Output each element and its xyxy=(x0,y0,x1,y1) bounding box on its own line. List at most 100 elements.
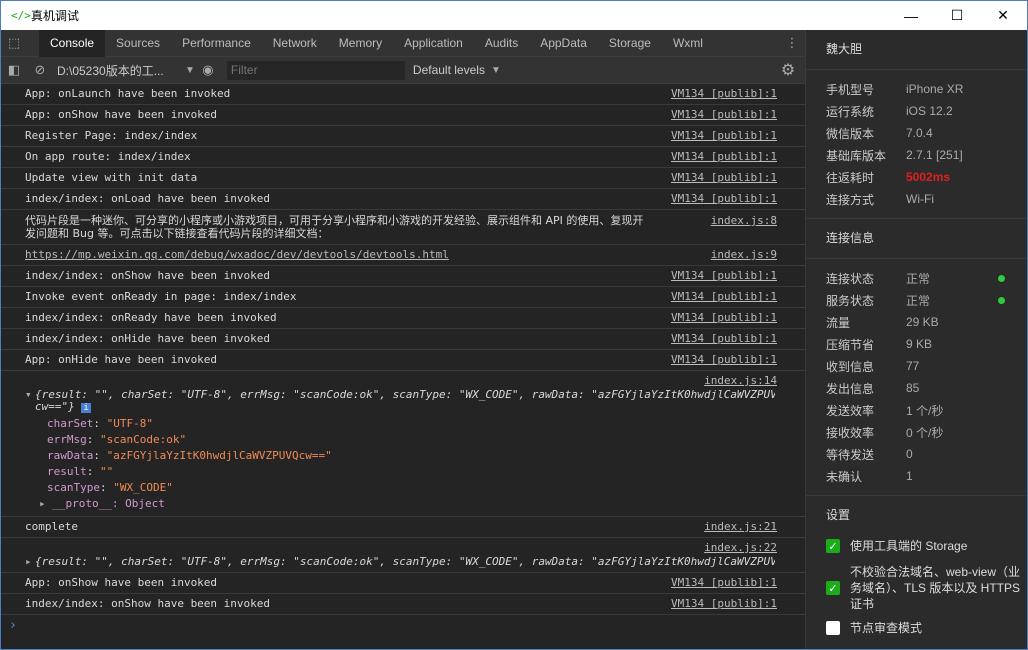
connection-info-row: 流量 29 KB xyxy=(806,311,1027,333)
device-panel: 魏大胆 手机型号 iPhone XR 运行系统 iOS 12.2 微信版本 7.0.4 基础… xyxy=(805,30,1027,649)
tab-sources[interactable]: Sources xyxy=(105,30,171,57)
close-icon[interactable]: ✕ xyxy=(980,1,1026,30)
object-property: errMsg: "scanCode:ok" xyxy=(47,433,187,446)
device-info-row: 往返耗时 5002ms xyxy=(806,166,1027,188)
object-property: result: "" xyxy=(47,465,114,478)
info-label: 往返耗时 xyxy=(826,170,875,185)
minimize-icon[interactable]: — xyxy=(888,1,934,30)
source-link[interactable]: VM134 [publib]:1 xyxy=(671,109,777,121)
device-info-row: 微信版本 7.0.4 xyxy=(806,122,1027,144)
console-row: index/index: onHide have been invoked VM1… xyxy=(1,329,805,350)
inspect-icon[interactable]: ⬚ xyxy=(1,30,27,57)
status-dot-icon xyxy=(998,296,1005,304)
source-link[interactable]: VM134 [publib]:1 xyxy=(671,151,777,163)
snippet-message-line1: 代码片段是一种迷你、可分享的小程序或小游戏项目，可用于分享小程序和小游戏的开发经… xyxy=(25,214,644,227)
tab-performance[interactable]: Performance xyxy=(171,30,262,57)
setting-label: 节点审查模式 xyxy=(850,621,923,635)
info-value: iOS 12.2 xyxy=(906,104,953,118)
settings-section-title: 设置 xyxy=(826,508,851,522)
source-link[interactable]: VM134 [publib]:1 xyxy=(671,312,777,324)
source-link[interactable]: VM134 [publib]:1 xyxy=(671,130,777,142)
console-row: index/index: onShow have been invoked VM1… xyxy=(1,594,805,615)
source-link[interactable]: VM134 [publib]:1 xyxy=(671,88,777,100)
console-row: 代码片段是一种迷你、可分享的小程序或小游戏项目，可用于分享小程序和小游戏的开发经… xyxy=(1,210,805,245)
source-link[interactable]: index.js:8 xyxy=(711,214,777,227)
scan-result-summary[interactable]: ▸ {result: "", charSet: "UTF-8", errMsg: … xyxy=(25,556,775,568)
log-message: App: onShow have been invoked xyxy=(25,576,218,589)
sidebar-toggle-icon[interactable]: ◧ xyxy=(1,57,27,84)
snippet-message-line2: 发问题和 Bug 等。可点击以下链接查看代码片段的详细文档： xyxy=(25,227,329,240)
source-link[interactable]: index.js:9 xyxy=(711,249,777,261)
scan-result-row: index.js:22 ▸ {result: "", charSet: "UTF-… xyxy=(1,538,805,573)
checkbox-icon[interactable]: ✓ xyxy=(826,539,840,553)
checkbox-icon[interactable]: ✓ xyxy=(826,581,840,595)
context-selector[interactable]: D:\05230版本的工... xyxy=(57,62,179,79)
tab-console[interactable]: Console xyxy=(39,29,106,57)
maximize-icon[interactable]: ☐ xyxy=(934,1,980,30)
object-property: charSet: "UTF-8" xyxy=(47,417,153,430)
setting-checkbox-row[interactable]: ✓ 不校验合法域名、web-view（业务域名）、TLS 版本以及 HTTPS 证… xyxy=(806,564,1027,612)
eye-icon[interactable]: ◉ xyxy=(195,57,221,84)
source-link[interactable]: VM134 [publib]:1 xyxy=(671,333,777,345)
device-name: 魏大胆 xyxy=(806,30,1027,70)
property-key: rawData xyxy=(47,449,94,462)
clear-console-icon[interactable]: ⊘ xyxy=(27,57,53,84)
info-label: 流量 xyxy=(826,315,851,330)
source-link[interactable]: index.js:22 xyxy=(704,542,777,554)
proto-line[interactable]: ▸ __proto__: Object xyxy=(35,496,775,512)
chevron-down-icon[interactable]: ▼ xyxy=(185,65,195,76)
console-filter-bar: ◧ ⊘ D:\05230版本的工... ▼ ◉ Default levels ▼… xyxy=(1,57,805,84)
setting-label: 不校验合法域名、web-view（业务域名）、TLS 版本以及 HTTPS 证书 xyxy=(850,565,1021,611)
connection-info-row: 连接状态 正常 xyxy=(806,267,1027,289)
info-value: 5002ms xyxy=(906,170,951,184)
source-link[interactable]: VM134 [publib]:1 xyxy=(671,291,777,303)
docs-url-link[interactable]: https://mp.weixin.qq.com/debug/wxadoc/de… xyxy=(25,248,449,261)
tab-audits[interactable]: Audits xyxy=(474,30,529,57)
window-title: 真机调试 xyxy=(31,9,80,23)
chevron-down-icon[interactable]: ▼ xyxy=(491,65,501,76)
info-label: 收到信息 xyxy=(826,359,875,374)
info-value: 29 KB xyxy=(906,315,939,329)
setting-checkbox-row[interactable]: 节点审查模式 xyxy=(806,620,1027,636)
property-value: "UTF-8" xyxy=(106,417,153,430)
connection-section-title: 连接信息 xyxy=(806,219,1027,259)
source-link[interactable]: VM134 [publib]:1 xyxy=(671,354,777,366)
source-link[interactable]: VM134 [publib]:1 xyxy=(671,270,777,282)
filter-input[interactable] xyxy=(226,60,405,80)
info-label: 连接方式 xyxy=(826,192,875,207)
source-link[interactable]: VM134 [publib]:1 xyxy=(671,598,777,610)
more-icon[interactable]: ⋮ xyxy=(779,30,805,57)
log-message: index/index: onReady have been invoked xyxy=(25,311,277,324)
source-link[interactable]: VM134 [publib]:1 xyxy=(671,193,777,205)
connection-info-row: 等待发送 0 xyxy=(806,443,1027,465)
tab-storage[interactable]: Storage xyxy=(598,30,662,57)
console-prompt[interactable]: › xyxy=(1,615,805,633)
info-value: 85 xyxy=(906,381,920,395)
setting-label: 使用工具端的 Storage xyxy=(850,539,968,553)
setting-checkbox-row[interactable]: ✓ 使用工具端的 Storage xyxy=(806,538,1027,554)
info-icon[interactable]: i xyxy=(81,403,91,413)
source-link[interactable]: VM134 [publib]:1 xyxy=(671,172,777,184)
property-value: "azFGYjlaYzItK0hwdjlCaWVZPUVQcw==" xyxy=(106,449,332,462)
info-label: 连接状态 xyxy=(826,271,875,286)
log-levels-dropdown[interactable]: Default levels xyxy=(413,63,485,77)
source-link[interactable]: index.js:14 xyxy=(704,375,777,387)
info-label: 微信版本 xyxy=(826,126,875,141)
tab-appdata[interactable]: AppData xyxy=(529,30,598,57)
source-link[interactable]: index.js:21 xyxy=(704,521,777,533)
tab-application[interactable]: Application xyxy=(393,30,474,57)
tab-network[interactable]: Network xyxy=(262,30,328,57)
gear-icon[interactable]: ⚙ xyxy=(775,57,801,84)
info-value: 1 xyxy=(906,469,913,483)
console-row: App: onHide have been invoked VM134 [publ… xyxy=(1,350,805,371)
devtools-tabs: Console Sources Performance Network Memory Ap… xyxy=(39,29,714,57)
source-link[interactable]: VM134 [publib]:1 xyxy=(671,577,777,589)
checkbox-icon[interactable] xyxy=(826,621,840,635)
device-info-row: 连接方式 Wi-Fi xyxy=(806,188,1027,210)
tab-wxml[interactable]: Wxml xyxy=(662,30,714,57)
devtools-window: </> 真机调试 — ☐ ✕ ⬚ Console Sources Performan… xyxy=(0,0,1028,650)
connection-info-row: 发出信息 85 xyxy=(806,377,1027,399)
scan-result-summary[interactable]: ▾ {result: "", charSet: "UTF-8", errMsg: … xyxy=(25,389,775,401)
info-value: 0 个/秒 xyxy=(906,425,944,440)
tab-memory[interactable]: Memory xyxy=(328,30,393,57)
